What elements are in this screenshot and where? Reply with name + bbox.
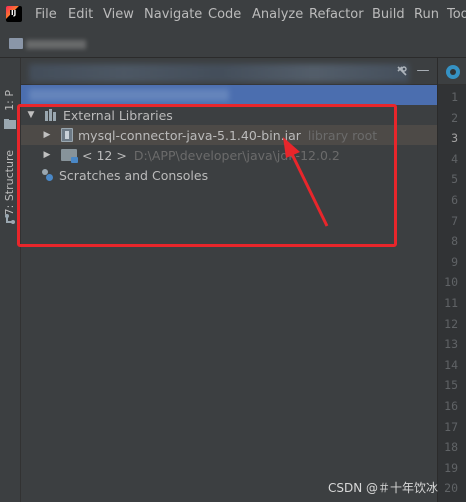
editor-gutter: 1 2 3 4 5 6 7 8 9 10 11 12 13 14 15 16 17 18 19 20 bbox=[437, 58, 466, 502]
hide-panel-button[interactable]: — bbox=[416, 64, 430, 78]
line-number: 9 bbox=[451, 254, 458, 269]
line-number: 15 bbox=[444, 378, 458, 393]
editor-tab[interactable] bbox=[438, 58, 466, 85]
project-tool-tab[interactable]: 1: P bbox=[3, 90, 16, 111]
menu-navigate[interactable]: Navigate bbox=[144, 7, 202, 22]
menu-file[interactable]: File bbox=[35, 7, 57, 22]
menu-refactor[interactable]: Refactor bbox=[309, 7, 364, 22]
line-number: 6 bbox=[451, 193, 458, 207]
menu-analyze[interactable]: Analyze bbox=[252, 7, 303, 22]
structure-tool-tab[interactable]: 7: Structure bbox=[3, 150, 16, 215]
line-number: 1 bbox=[451, 90, 458, 104]
folder-icon bbox=[9, 38, 23, 49]
structure-icon bbox=[5, 214, 15, 224]
line-number: 3 bbox=[451, 131, 458, 146]
class-file-icon bbox=[446, 65, 460, 79]
menu-code[interactable]: Code bbox=[208, 7, 241, 22]
intellij-logo-icon: IJ bbox=[6, 6, 22, 22]
blurred-header-content bbox=[29, 64, 409, 82]
line-number: 13 bbox=[444, 337, 458, 352]
menu-view[interactable]: View bbox=[103, 7, 134, 22]
menu-run[interactable]: Run bbox=[414, 7, 439, 22]
line-number: 7 bbox=[451, 213, 458, 228]
line-number: 14 bbox=[444, 357, 458, 372]
menu-tools[interactable]: Too bbox=[447, 7, 466, 22]
watermark: CSDN @＃十年饮冰 bbox=[328, 481, 439, 495]
navigation-bar bbox=[0, 30, 466, 58]
menu-build[interactable]: Build bbox=[372, 7, 405, 22]
line-number: 19 bbox=[444, 460, 458, 475]
line-number: 17 bbox=[444, 419, 458, 434]
line-number: 12 bbox=[444, 316, 458, 331]
line-number: 4 bbox=[451, 151, 458, 166]
menu-edit[interactable]: Edit bbox=[68, 7, 93, 22]
line-number: 18 bbox=[444, 440, 458, 455]
menu-bar: IJ File Edit View Navigate Code Analyze … bbox=[0, 0, 466, 30]
line-number: 5 bbox=[451, 172, 458, 187]
gear-icon[interactable] bbox=[395, 64, 409, 78]
line-number: 10 bbox=[444, 275, 458, 290]
project-panel-header: — bbox=[21, 58, 437, 85]
blurred-selected-row bbox=[21, 85, 437, 105]
line-number: 20 bbox=[444, 481, 458, 496]
line-number: 2 bbox=[451, 110, 458, 125]
line-number: 11 bbox=[444, 296, 458, 310]
line-number: 8 bbox=[451, 234, 458, 249]
line-number: 16 bbox=[444, 399, 458, 413]
highlight-box bbox=[17, 104, 397, 247]
folder-icon bbox=[4, 119, 16, 129]
blurred-project-name bbox=[26, 40, 86, 49]
